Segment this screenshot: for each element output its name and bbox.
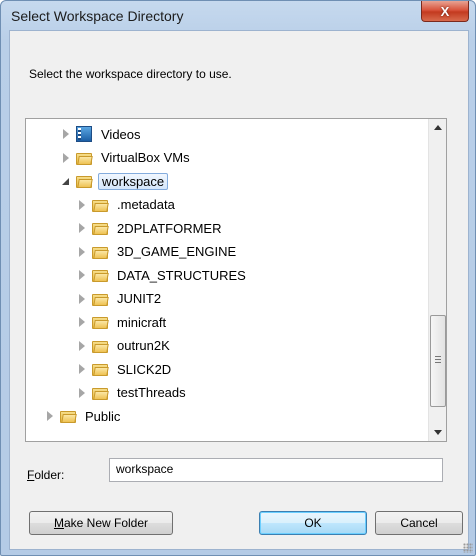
title-bar[interactable]: Select Workspace Directory X xyxy=(1,1,475,29)
tree-item[interactable]: DATA_STRUCTURES xyxy=(26,264,446,286)
scrollbar-thumb[interactable] xyxy=(430,315,446,407)
cancel-button[interactable]: Cancel xyxy=(375,511,463,535)
tree-item-label: 3D_GAME_ENGINE xyxy=(117,244,237,259)
tree-item-label: Public xyxy=(85,408,121,424)
tree-item[interactable]: testThreads xyxy=(26,382,446,404)
tree-item[interactable]: 3D_GAME_ENGINE xyxy=(26,241,446,263)
folder-icon xyxy=(76,151,93,165)
tree-item-label: Videos xyxy=(101,126,141,142)
tree-item-label: outrun2K xyxy=(117,338,170,353)
folder-icon xyxy=(92,362,109,376)
collapsed-arrow-icon[interactable] xyxy=(60,152,72,164)
tree-item-label: .metadata xyxy=(117,197,175,212)
collapsed-arrow-icon[interactable] xyxy=(60,128,72,140)
close-icon: X xyxy=(440,3,450,19)
resize-grip-icon[interactable] xyxy=(463,543,473,553)
expanded-arrow-icon[interactable] xyxy=(60,175,72,187)
folder-label: Folder: xyxy=(27,468,64,482)
collapsed-arrow-icon[interactable] xyxy=(76,222,88,234)
close-button[interactable]: X xyxy=(421,1,469,22)
folder-icon xyxy=(92,268,109,282)
tree-item[interactable]: Public xyxy=(26,405,446,427)
vertical-scrollbar[interactable] xyxy=(428,119,446,441)
collapsed-arrow-icon[interactable] xyxy=(76,340,88,352)
folder-tree[interactable]: Videos VirtualBox VMs workspace .metadata 2D… xyxy=(25,118,447,442)
tree-item-label: DATA_STRUCTURES xyxy=(117,267,246,283)
tree-item[interactable]: minicraft xyxy=(26,311,446,333)
folder-label-rest: older: xyxy=(34,468,65,482)
window-title: Select Workspace Directory xyxy=(11,8,184,24)
folder-icon xyxy=(92,315,109,329)
tree-item-label: workspace xyxy=(98,172,169,190)
folder-icon xyxy=(60,409,77,423)
tree-item[interactable]: 2DPLATFORMER xyxy=(26,217,446,239)
video-library-icon xyxy=(76,126,92,142)
dialog-window: Select Workspace Directory X Select the … xyxy=(0,0,476,556)
make-new-folder-accel: M xyxy=(53,516,64,530)
collapsed-arrow-icon[interactable] xyxy=(76,199,88,211)
collapsed-arrow-icon[interactable] xyxy=(76,269,88,281)
collapsed-arrow-icon[interactable] xyxy=(76,363,88,375)
tree-item-label: testThreads xyxy=(117,385,186,400)
folder-icon xyxy=(92,292,109,306)
tree-item-label: SLICK2D xyxy=(117,361,172,377)
tree-item[interactable]: SLICK2D xyxy=(26,358,446,380)
scroll-up-arrow-icon[interactable] xyxy=(429,119,446,136)
folder-icon xyxy=(92,221,109,235)
scroll-down-arrow-icon[interactable] xyxy=(429,424,446,441)
tree-item[interactable]: VirtualBox VMs xyxy=(26,147,446,169)
tree-item[interactable]: JUNIT2 xyxy=(26,288,446,310)
tree-item-label: VirtualBox VMs xyxy=(101,150,190,165)
collapsed-arrow-icon[interactable] xyxy=(44,410,56,422)
collapsed-arrow-icon[interactable] xyxy=(76,246,88,258)
collapsed-arrow-icon[interactable] xyxy=(76,293,88,305)
tree-item[interactable]: .metadata xyxy=(26,194,446,216)
folder-icon xyxy=(76,174,93,188)
collapsed-arrow-icon[interactable] xyxy=(76,316,88,328)
ok-button[interactable]: OK xyxy=(259,511,367,535)
folder-icon xyxy=(92,339,109,353)
collapsed-arrow-icon[interactable] xyxy=(76,387,88,399)
folder-icon xyxy=(92,386,109,400)
folder-icon xyxy=(92,245,109,259)
tree-item[interactable]: outrun2K xyxy=(26,335,446,357)
make-new-folder-button[interactable]: Make New Folder xyxy=(29,511,173,535)
instruction-text: Select the workspace directory to use. xyxy=(29,67,232,81)
tree-item[interactable]: Videos xyxy=(26,123,446,145)
tree-item-label: minicraft xyxy=(117,314,167,330)
folder-input[interactable]: workspace xyxy=(109,458,443,482)
tree-item[interactable]: workspace xyxy=(26,170,446,192)
tree-item-label: 2DPLATFORMER xyxy=(117,220,222,236)
folder-icon xyxy=(92,198,109,212)
make-new-folder-label: ake New Folder xyxy=(63,516,149,530)
tree-item-label: JUNIT2 xyxy=(117,291,162,306)
